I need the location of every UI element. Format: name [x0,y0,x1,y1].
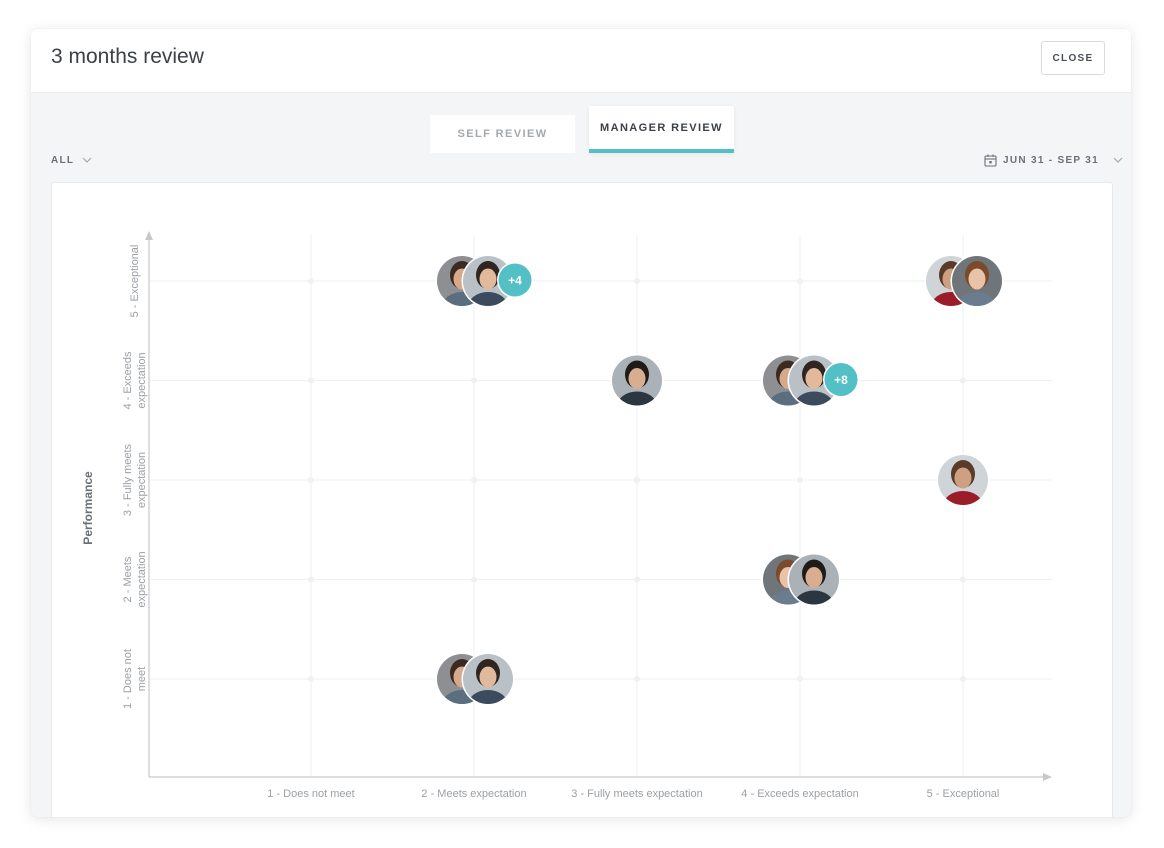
y-tick-label: 4 - Exceeds [122,351,134,410]
y-tick-label: expectation [136,452,148,508]
tab-manager-review[interactable]: MANAGER REVIEW [589,106,734,153]
grid-dot [308,278,314,284]
y-axis-arrow-icon [145,231,153,240]
chevron-down-icon [82,157,92,163]
y-tick-label: 2 - Meets [122,556,134,602]
modal-title: 3 months review [51,45,204,68]
avatar[interactable] [787,553,841,621]
x-tick-label: 2 - Meets expectation [421,788,526,800]
more-people-badge[interactable]: +4 [497,262,533,298]
x-tick-label: 1 - Does not meet [267,788,354,800]
filter-value: ALL [51,154,75,166]
avatar[interactable] [461,652,515,721]
grid-dot [797,477,803,483]
y-tick-label: 1 - Does not [122,649,134,709]
tab-self-review[interactable]: SELF REVIEW [430,115,575,153]
date-range-picker[interactable]: JUN 31 - SEP 31 [984,152,1123,168]
modal-header: 3 months review CLOSE [31,29,1131,93]
grid-dot [308,576,314,583]
grid-dot [960,377,966,384]
grid-dot [960,576,966,583]
grid-dot [471,576,477,583]
x-tick-label: 4 - Exceeds expectation [741,788,858,800]
grid-dot [634,576,640,583]
x-tick-label: 3 - Fully meets expectation [571,788,702,800]
grid-dot [634,676,640,682]
avatar[interactable] [950,254,1004,323]
y-tick-label: 3 - Fully meets [122,443,134,516]
close-button[interactable]: CLOSE [1041,41,1105,75]
y-tick-label: 5 - Exceptional [129,245,141,318]
grid-dot [960,676,966,682]
y-axis-title: Performance [81,471,95,545]
chevron-down-icon [1113,157,1123,163]
more-people-count: +8 [834,373,848,387]
x-tick-label: 5 - Exceptional [927,788,1000,800]
performance-chart-card: 1 - Does not meet 2 - Meets expectation 3 … [51,182,1113,817]
calendar-icon [984,154,997,167]
grid-dot [471,377,477,384]
date-range-label: JUN 31 - SEP 31 [1003,154,1100,166]
review-modal: 3 months review CLOSE SELF REVIEW MANAGE… [31,29,1131,817]
more-people-badge[interactable]: +8 [823,361,859,398]
grid-dot [308,477,314,483]
grid-dot [634,278,640,284]
y-tick-label: expectation [136,551,148,607]
grid-dot [797,278,803,284]
grid-dot [797,676,803,682]
filter-dropdown[interactable]: ALL [51,153,92,167]
grid-dot [634,477,640,483]
y-tick-label: expectation [136,352,148,408]
grid-dot [308,377,314,384]
x-axis-arrow-icon [1043,773,1052,781]
more-people-count: +4 [508,274,522,288]
grid-dot [308,676,314,682]
performance-scatter-chart: 1 - Does not meet 2 - Meets expectation 3 … [81,231,1052,800]
y-tick-label: meet [136,667,148,691]
grid-dot [471,477,477,483]
